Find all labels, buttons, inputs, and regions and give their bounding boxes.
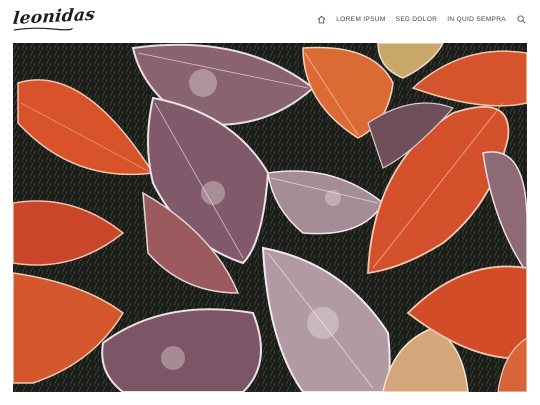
frosted-leaves-illustration xyxy=(13,43,527,392)
logo-swash xyxy=(13,27,73,31)
nav-item-in-quid-sempra[interactable]: IN QUID SEMPRA xyxy=(447,16,506,23)
main-nav: LOREM IPSUM SED DOLOR IN QUID SEMPRA xyxy=(316,14,526,24)
hero-image xyxy=(13,43,527,392)
search-icon[interactable] xyxy=(516,14,526,24)
home-icon[interactable] xyxy=(316,14,326,24)
nav-item-sed-dolor[interactable]: SED DOLOR xyxy=(396,16,438,23)
nav-item-lorem-ipsum[interactable]: LOREM IPSUM xyxy=(336,16,385,23)
site-header: leonidas LOREM IPSUM SED DOLOR IN QUID S… xyxy=(0,0,540,42)
